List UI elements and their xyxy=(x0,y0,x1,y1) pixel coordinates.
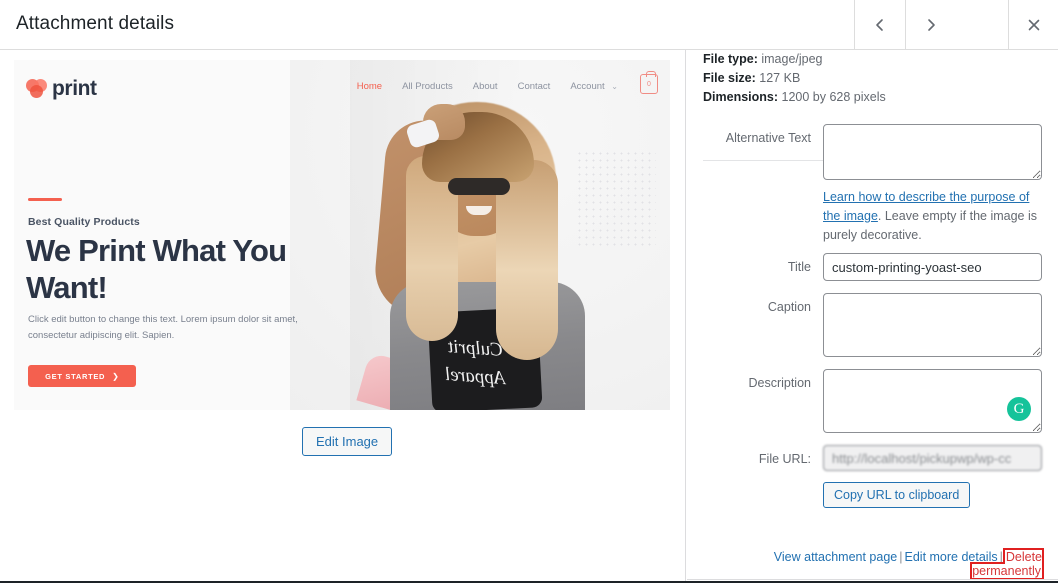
file-url-field-row: File URL: xyxy=(703,445,1042,471)
file-type-value: image/jpeg xyxy=(761,52,823,66)
file-size-value: 127 KB xyxy=(759,71,801,85)
edit-image-button[interactable]: Edit Image xyxy=(302,427,393,456)
photo-shirt-script-line1: Culprit xyxy=(447,336,504,361)
preview-site-navbar: print Home All Products About Contact Ac… xyxy=(14,60,670,120)
nav-item-contact-label: Contact xyxy=(517,81,551,92)
nav-item-contact[interactable]: Contact xyxy=(518,81,551,92)
nav-item-all-products-label: All Products xyxy=(402,81,453,92)
shopping-bag-icon[interactable]: 0 xyxy=(640,71,658,94)
nav-item-account[interactable]: Account ⌄ xyxy=(570,81,618,92)
alt-text-label: Alternative Text xyxy=(725,131,811,145)
view-attachment-page-link[interactable]: View attachment page xyxy=(774,550,897,564)
copy-url-button[interactable]: Copy URL to clipboard xyxy=(823,482,971,508)
edit-more-details-link[interactable]: Edit more details xyxy=(905,550,998,564)
hero-kicker: Best Quality Products xyxy=(28,216,140,228)
close-button[interactable] xyxy=(1008,0,1058,50)
description-label: Description xyxy=(748,376,811,390)
file-url-input[interactable] xyxy=(823,445,1042,471)
cart-count-badge: 0 xyxy=(647,80,651,88)
dimensions-value: 1200 by 628 pixels xyxy=(781,90,886,104)
title-input[interactable] xyxy=(823,253,1042,281)
nav-item-about-label: About xyxy=(472,81,498,92)
nav-item-home-label: Home xyxy=(356,81,383,92)
logo-wordmark: print xyxy=(52,77,97,100)
grammarly-glyph: G xyxy=(1013,400,1025,417)
alt-text-field-row: Alternative Text xyxy=(703,124,1042,180)
chevron-down-icon: ⌄ xyxy=(611,82,618,91)
site-logo: print xyxy=(26,77,97,101)
file-type-line: File type: image/jpeg xyxy=(703,50,886,69)
file-type-label: File type: xyxy=(703,52,758,66)
modal-header: Attachment details xyxy=(0,0,1058,50)
close-icon xyxy=(1028,19,1039,31)
previous-item-button[interactable] xyxy=(854,0,904,50)
nav-item-home[interactable]: Home xyxy=(357,81,382,92)
photo-sunglasses xyxy=(448,178,510,195)
attachment-image-preview: Culprit Apparel print Home All Products … xyxy=(14,60,670,410)
page-title: Attachment details xyxy=(16,13,175,34)
logo-mark-icon xyxy=(26,79,48,99)
decorative-dot-grid xyxy=(576,150,656,250)
details-bottom-divider xyxy=(687,579,1058,580)
grammarly-icon[interactable]: G xyxy=(1007,397,1031,421)
attachment-preview-pane: Culprit Apparel print Home All Products … xyxy=(0,50,686,581)
dimensions-label: Dimensions: xyxy=(703,90,779,104)
file-size-label: File size: xyxy=(703,71,756,85)
action-separator-1: | xyxy=(899,550,903,564)
arrow-right-icon: ❯ xyxy=(112,371,119,381)
hero-cta-label: GET STARTED xyxy=(45,371,106,381)
site-nav-links: Home All Products About Contact Account … xyxy=(357,81,618,92)
next-item-button[interactable] xyxy=(905,0,955,50)
file-metadata: File type: image/jpeg File size: 127 KB … xyxy=(703,50,886,107)
caption-field-row: Caption xyxy=(703,293,1042,357)
file-size-line: File size: 127 KB xyxy=(703,69,886,88)
alt-text-help: Learn how to describe the purpose of the… xyxy=(823,188,1045,245)
nav-item-about[interactable]: About xyxy=(473,81,498,92)
nav-item-all-products[interactable]: All Products xyxy=(402,81,453,92)
dimensions-line: Dimensions: 1200 by 628 pixels xyxy=(703,88,886,107)
attachment-details-pane: File type: image/jpeg File size: 127 KB … xyxy=(687,50,1058,581)
photo-shirt-script-line2: Apparel xyxy=(444,363,507,390)
hero-subtext: Click edit button to change this text. L… xyxy=(28,314,298,341)
action-separator-2: | xyxy=(999,550,1003,564)
chevron-left-icon xyxy=(875,19,883,31)
alt-text-input[interactable] xyxy=(823,124,1042,180)
caption-input[interactable] xyxy=(823,293,1042,357)
chevron-right-icon xyxy=(927,19,935,31)
hero-heading: We Print What You Want! xyxy=(26,233,287,305)
attachment-details-modal: Attachment details Culprit Apparel print… xyxy=(0,0,1058,583)
file-url-label: File URL: xyxy=(758,452,811,466)
title-label: Title xyxy=(787,260,811,274)
title-field-row: Title xyxy=(703,253,1042,281)
attachment-actions: View attachment page | Edit more details | D… xyxy=(703,548,1044,580)
caption-label: Caption xyxy=(767,300,811,314)
description-field-row: Description xyxy=(703,369,1042,433)
hero-accent-bar xyxy=(28,198,62,201)
nav-item-account-label: Account xyxy=(570,81,605,92)
hero-cta-button[interactable]: GET STARTED ❯ xyxy=(28,365,136,387)
